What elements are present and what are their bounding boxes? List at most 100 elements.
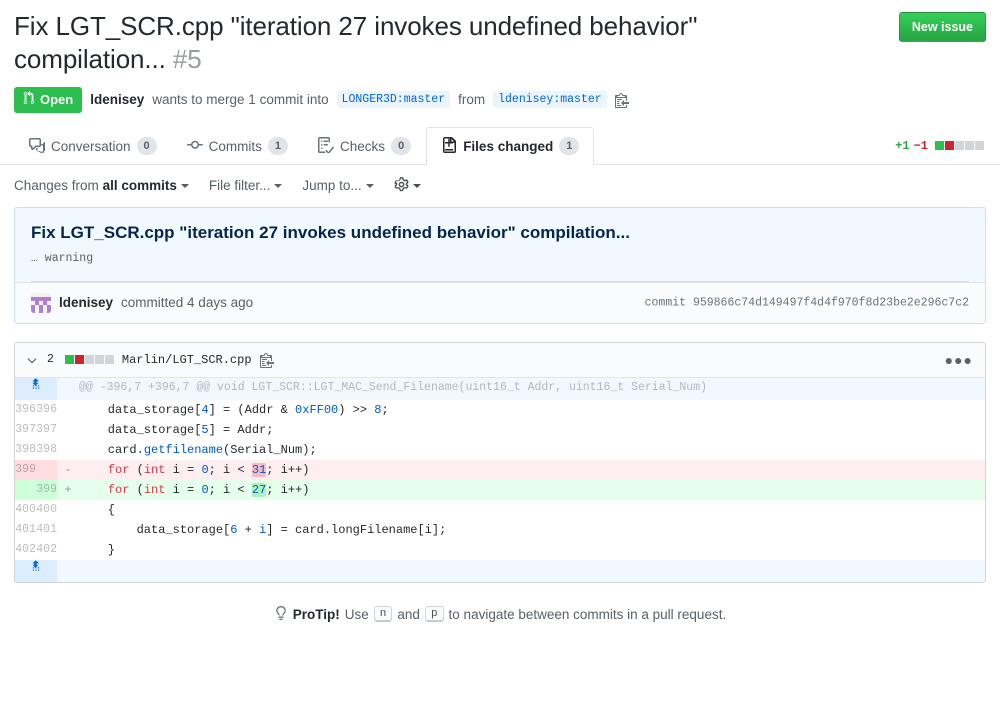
comment-discussion-icon	[29, 137, 45, 156]
diff-row-addition: 399 + for (int i = 0; i < 27; i++)	[15, 480, 985, 500]
diffstat-block-del	[945, 141, 954, 150]
avatar[interactable]	[31, 293, 51, 313]
diff-settings-button[interactable]	[394, 177, 421, 195]
protip-tail: to navigate between commits in a pull re…	[449, 607, 727, 622]
diff-row-context: 400 400 {	[15, 500, 985, 520]
new-line-number[interactable]	[36, 460, 57, 480]
diff-toolbar: Changes from all commits File filter... …	[0, 165, 1000, 207]
commit-title[interactable]: Fix LGT_SCR.cpp "iteration 27 invokes un…	[31, 222, 969, 244]
diff-table: @@ -396,7 +396,7 @@ void LGT_SCR::LGT_MA…	[15, 378, 985, 582]
code-line[interactable]: {	[79, 500, 985, 520]
unfold-icon[interactable]	[15, 378, 57, 392]
commit-message-area: Fix LGT_SCR.cpp "iteration 27 invokes un…	[15, 208, 985, 281]
pr-author[interactable]: ldenisey	[90, 92, 144, 107]
diff-marker-deletion: -	[57, 460, 79, 480]
old-line-number[interactable]: 396	[15, 400, 36, 420]
new-line-number[interactable]: 402	[36, 540, 57, 560]
hunk-marker	[57, 378, 79, 400]
copy-path-icon[interactable]	[260, 352, 274, 368]
new-line-number[interactable]: 400	[36, 500, 57, 520]
new-line-number[interactable]: 397	[36, 420, 57, 440]
tab-conversation-label: Conversation	[51, 139, 131, 154]
commit-body: … warning	[31, 252, 969, 265]
diffstat-block-add	[935, 141, 944, 150]
protip-use: Use	[345, 607, 369, 622]
code-line[interactable]: }	[79, 540, 985, 560]
tab-files-changed[interactable]: Files changed 1	[426, 127, 594, 165]
file-filter-label: File filter...	[209, 178, 271, 193]
new-line-number[interactable]: 399	[36, 480, 57, 500]
jump-to-dropdown[interactable]: Jump to...	[302, 178, 373, 193]
protip-and: and	[397, 607, 420, 622]
lightbulb-icon	[274, 605, 288, 624]
file-block-neutral	[105, 355, 114, 364]
hunk-expand-cell-bottom[interactable]	[15, 560, 57, 582]
tab-checks[interactable]: Checks 0	[303, 127, 426, 165]
code-line[interactable]: data_storage[4] = (Addr & 0xFF00) >> 8;	[79, 400, 985, 420]
commit-author[interactable]: ldenisey	[59, 295, 113, 310]
protip-footer: ProTip! Use n and p to navigate between …	[14, 583, 986, 634]
changes-from-value: all commits	[103, 178, 177, 193]
old-line-number[interactable]: 400	[15, 500, 36, 520]
tab-commits[interactable]: Commits 1	[172, 127, 303, 165]
page-title: Fix LGT_SCR.cpp "iteration 27 invokes un…	[14, 10, 814, 77]
new-line-number[interactable]: 396	[36, 400, 57, 420]
status-badge: Open	[14, 87, 82, 113]
diff-row-context: 401 401 data_storage[6 + i] = card.longF…	[15, 520, 985, 540]
key-next: n	[374, 606, 393, 622]
old-line-number[interactable]: 398	[15, 440, 36, 460]
tab-files-changed-label: Files changed	[463, 139, 553, 154]
checklist-icon	[318, 137, 334, 156]
code-line-added[interactable]: for (int i = 0; i < 27; i++)	[79, 480, 985, 500]
new-line-number[interactable]: 401	[36, 520, 57, 540]
diffstat-additions: +1	[895, 139, 909, 153]
tab-commits-label: Commits	[209, 139, 262, 154]
new-line-number[interactable]: 398	[36, 440, 57, 460]
gear-icon	[394, 177, 409, 195]
commit-meta: ldenisey committed 4 days ago commit 959…	[15, 282, 985, 323]
hunk-expand-cell[interactable]	[15, 378, 57, 400]
changes-from-dropdown[interactable]: Changes from all commits	[14, 178, 189, 193]
file-change-count: 2	[47, 353, 54, 366]
commit-sha-label: commit	[645, 296, 686, 309]
diff-content: Fix LGT_SCR.cpp "iteration 27 invokes un…	[0, 207, 1000, 634]
diff-row-context: 397 397 data_storage[5] = Addr;	[15, 420, 985, 440]
file-path[interactable]: Marlin/LGT_SCR.cpp	[122, 353, 252, 367]
old-line-number[interactable]: 402	[15, 540, 36, 560]
old-line-number[interactable]: 399	[15, 460, 36, 480]
chevron-down-icon[interactable]	[25, 353, 39, 367]
file-filter-dropdown[interactable]: File filter...	[209, 178, 283, 193]
file-diff-box: 2 Marlin/LGT_SCR.cpp ●●●	[14, 342, 986, 583]
file-diff-icon	[441, 137, 457, 156]
code-line[interactable]: card.getfilename(Serial_Num);	[79, 440, 985, 460]
file-block-neutral	[95, 355, 104, 364]
tab-checks-label: Checks	[340, 139, 385, 154]
new-issue-button[interactable]: New issue	[899, 12, 986, 42]
diff-row-context: 402 402 }	[15, 540, 985, 560]
diff-marker	[57, 400, 79, 420]
diffstat-deletions: −1	[914, 139, 928, 153]
diff-row-deletion: 399 - for (int i = 0; i < 31; i++)	[15, 460, 985, 480]
code-line[interactable]: data_storage[5] = Addr;	[79, 420, 985, 440]
head-branch-chip[interactable]: ldenisey:master	[493, 91, 607, 108]
commit-sha-value[interactable]: 959866c74d149497f4d4f970f8d23be2e296c7c2	[693, 296, 969, 309]
old-line-number[interactable]	[15, 480, 36, 500]
tab-conversation[interactable]: Conversation 0	[14, 127, 172, 165]
old-line-number[interactable]: 397	[15, 420, 36, 440]
unfold-icon[interactable]	[15, 560, 57, 574]
files-changed-page: New issue Fix LGT_SCR.cpp "iteration 27 …	[0, 0, 1000, 702]
diffstat-block-neutral	[955, 141, 964, 150]
status-badge-label: Open	[40, 91, 73, 108]
copy-branch-icon[interactable]	[615, 92, 629, 108]
code-line[interactable]: data_storage[6 + i] = card.longFilename[…	[79, 520, 985, 540]
pr-title-text: Fix LGT_SCR.cpp "iteration 27 invokes un…	[14, 11, 697, 74]
tab-list: Conversation 0 Commits 1 Checks	[14, 127, 986, 164]
diffstat-block-neutral	[965, 141, 974, 150]
base-branch-chip[interactable]: LONGER3D:master	[337, 91, 451, 108]
merge-text-into: wants to merge 1 commit into	[152, 92, 328, 107]
merge-text-from: from	[458, 92, 485, 107]
file-options-kebab-icon[interactable]: ●●●	[945, 353, 973, 367]
code-line-deleted[interactable]: for (int i = 0; i < 31; i++)	[79, 460, 985, 480]
diff-marker	[57, 540, 79, 560]
old-line-number[interactable]: 401	[15, 520, 36, 540]
